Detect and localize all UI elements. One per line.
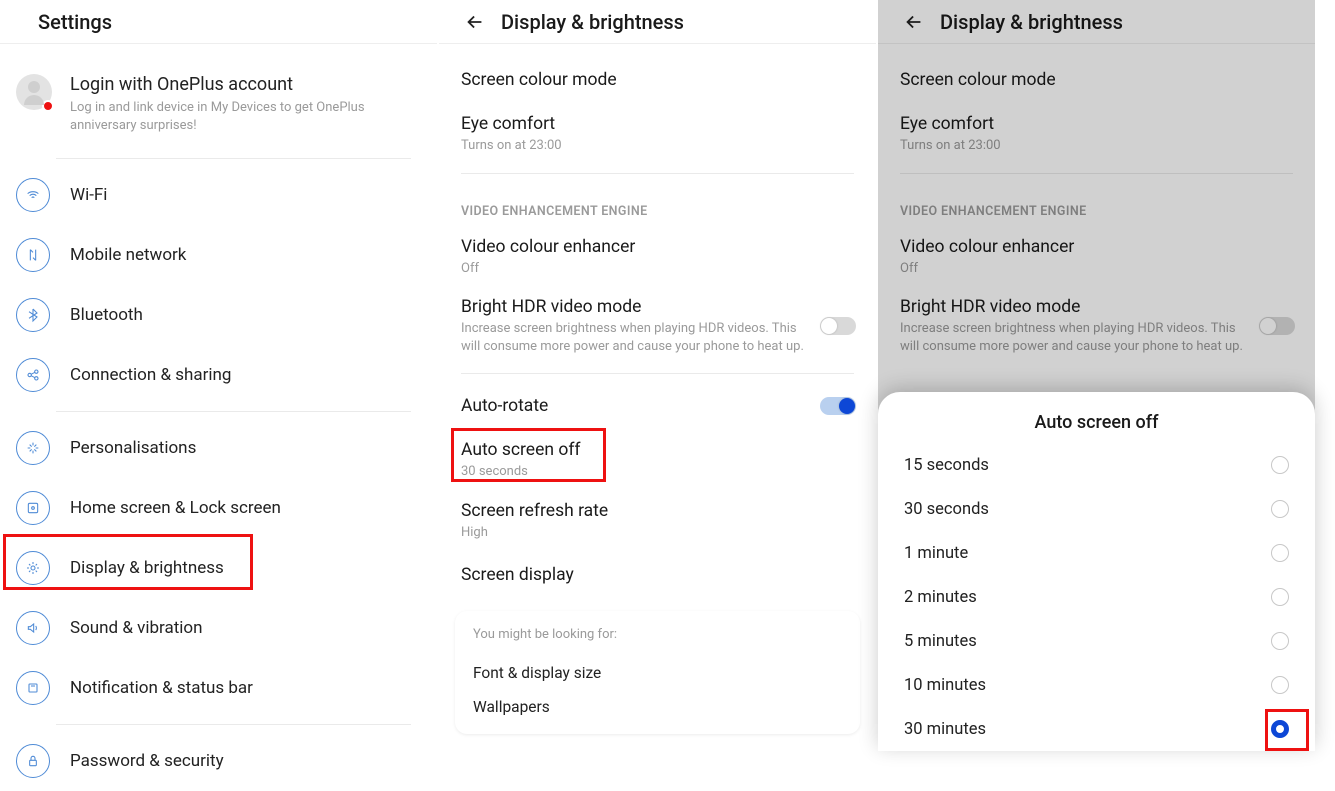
menu-label: Sound & vibration (70, 618, 203, 638)
menu-label: Display & brightness (70, 558, 224, 578)
suggestion-hint: You might be looking for: (473, 627, 842, 642)
row-bright-hdr[interactable]: Bright HDR video mode Increase screen br… (878, 287, 1315, 365)
menu-personalisations[interactable]: Personalisations (0, 418, 437, 478)
menu-notification-statusbar[interactable]: Notification & status bar (0, 658, 437, 718)
display-brightness-screen: Display & brightness Screen colour mode … (439, 0, 876, 751)
divider (56, 158, 411, 159)
wifi-icon (16, 178, 50, 212)
hdr-toggle[interactable] (1259, 317, 1295, 335)
option-30m[interactable]: 30 minutes (878, 707, 1315, 751)
menu-label: Bluetooth (70, 305, 143, 325)
suggestion-font[interactable]: Font & display size (473, 656, 842, 690)
option-1m[interactable]: 1 minute (878, 531, 1315, 575)
menu-mobile-network[interactable]: Mobile network (0, 225, 437, 285)
radio[interactable] (1271, 588, 1289, 606)
menu-display-brightness[interactable]: Display & brightness (0, 538, 437, 598)
menu-sound-vibration[interactable]: Sound & vibration (0, 598, 437, 658)
connection-sharing-icon (16, 358, 50, 392)
row-video-colour-enhancer[interactable]: Video colour enhancer Off (439, 227, 876, 288)
sheet-title: Auto screen off (878, 412, 1315, 433)
menu-label: Personalisations (70, 438, 196, 458)
menu-label: Home screen & Lock screen (70, 498, 281, 518)
row-screen-colour[interactable]: Screen colour mode (439, 56, 876, 104)
menu-home-lock[interactable]: Home screen & Lock screen (0, 478, 437, 538)
row-screen-colour[interactable]: Screen colour mode (878, 56, 1315, 104)
login-account-row[interactable]: Login with OnePlus account Log in and li… (0, 56, 437, 152)
hdr-toggle[interactable] (820, 317, 856, 335)
menu-label: Notification & status bar (70, 678, 253, 698)
divider (900, 173, 1293, 174)
divider (56, 724, 411, 725)
row-eye-comfort[interactable]: Eye comfort Turns on at 23:00 (439, 104, 876, 165)
menu-label: Wi-Fi (70, 185, 107, 205)
back-button[interactable] (894, 2, 934, 42)
row-auto-screen-off[interactable]: Auto screen off 30 seconds (439, 430, 876, 491)
menu-label: Password & security (70, 751, 224, 771)
section-video: VIDEO ENHANCEMENT ENGINE (878, 182, 1315, 227)
section-video: VIDEO ENHANCEMENT ENGINE (439, 182, 876, 227)
display-header: Display & brightness (439, 0, 876, 44)
option-30s[interactable]: 30 seconds (878, 487, 1315, 531)
row-bright-hdr[interactable]: Bright HDR video mode Increase screen br… (439, 287, 876, 365)
account-sub: Log in and link device in My Devices to … (70, 99, 415, 134)
menu-label: Mobile network (70, 245, 186, 265)
notification-dot (42, 100, 54, 112)
row-video-colour-enhancer[interactable]: Video colour enhancer Off (878, 227, 1315, 288)
option-5m[interactable]: 5 minutes (878, 619, 1315, 663)
menu-password-security[interactable]: Password & security (0, 731, 437, 791)
radio-selected[interactable] (1271, 720, 1289, 738)
auto-screen-off-sheet: Auto screen off 15 seconds 30 seconds 1 … (878, 392, 1315, 751)
display-title: Display & brightness (501, 10, 684, 34)
row-auto-rotate[interactable]: Auto-rotate (439, 382, 876, 430)
lock-icon (16, 744, 50, 778)
option-2m[interactable]: 2 minutes (878, 575, 1315, 619)
radio[interactable] (1271, 456, 1289, 474)
menu-wifi[interactable]: Wi-Fi (0, 165, 437, 225)
avatar (16, 74, 52, 110)
personalisations-icon (16, 431, 50, 465)
sound-icon (16, 611, 50, 645)
radio[interactable] (1271, 676, 1289, 694)
row-screen-display[interactable]: Screen display (439, 551, 876, 599)
display-brightness-icon (16, 551, 50, 585)
settings-title: Settings (38, 10, 112, 34)
radio[interactable] (1271, 632, 1289, 650)
divider (461, 373, 854, 374)
suggestion-wallpapers[interactable]: Wallpapers (473, 690, 842, 724)
display-header: Display & brightness (878, 0, 1315, 44)
account-title: Login with OnePlus account (70, 74, 415, 95)
display-brightness-sheet-screen: Display & brightness Screen colour mode … (878, 0, 1315, 751)
mobile-network-icon (16, 238, 50, 272)
suggestion-card: You might be looking for: Font & display… (455, 611, 860, 734)
row-eye-comfort[interactable]: Eye comfort Turns on at 23:00 (878, 104, 1315, 165)
settings-screen: Settings Login with OnePlus account Log … (0, 0, 437, 751)
option-10m[interactable]: 10 minutes (878, 663, 1315, 707)
divider (461, 173, 854, 174)
radio[interactable] (1271, 544, 1289, 562)
settings-header: Settings (0, 0, 437, 44)
menu-label: Connection & sharing (70, 365, 231, 385)
option-15s[interactable]: 15 seconds (878, 443, 1315, 487)
auto-rotate-toggle[interactable] (820, 397, 856, 415)
menu-bluetooth[interactable]: Bluetooth (0, 285, 437, 345)
home-lock-icon (16, 491, 50, 525)
bluetooth-icon (16, 298, 50, 332)
menu-connection-sharing[interactable]: Connection & sharing (0, 345, 437, 405)
radio[interactable] (1271, 500, 1289, 518)
row-screen-refresh[interactable]: Screen refresh rate High (439, 491, 876, 552)
display-title: Display & brightness (940, 10, 1123, 34)
divider (56, 411, 411, 412)
back-button[interactable] (455, 2, 495, 42)
notification-icon (16, 671, 50, 705)
